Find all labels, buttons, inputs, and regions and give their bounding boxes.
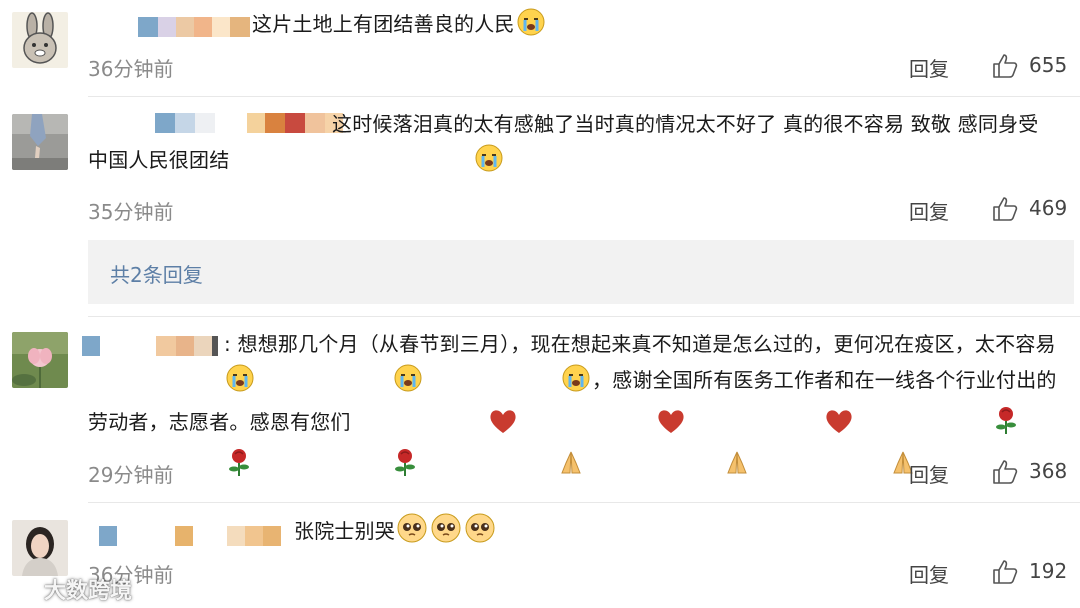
pray-emoji [753, 449, 917, 488]
comment-text: 这片土地上有团结善良的人民 [252, 6, 1062, 48]
like-count: 368 [1029, 459, 1068, 483]
comment-time: 29分钟前 [88, 463, 174, 487]
reply-button[interactable]: 回复 [909, 53, 949, 82]
reply-button[interactable]: 回复 [909, 196, 949, 225]
avatar[interactable] [12, 332, 68, 388]
reply-button[interactable]: 回复 [909, 459, 949, 488]
pleading-emoji [430, 512, 462, 555]
comment-time: 36分钟前 [88, 57, 174, 81]
crying-emoji [230, 143, 504, 184]
watermark-text: 大数跨境 [44, 579, 133, 604]
pray-emoji [587, 449, 751, 488]
username[interactable] [99, 526, 281, 546]
like-count: 469 [1029, 196, 1068, 220]
pray-emoji [421, 449, 585, 488]
comment-item: 这片土地上有团结善良的人民 36分钟前 回复 655 [0, 0, 1080, 96]
thumbs-up-icon[interactable] [991, 195, 1019, 223]
pleading-emoji [464, 512, 496, 555]
avatar[interactable] [12, 12, 68, 68]
comment-time: 35分钟前 [88, 200, 174, 224]
heart-emoji [520, 407, 686, 446]
like-count: 192 [1029, 559, 1068, 583]
rose-emoji [856, 405, 1020, 446]
heart-emoji [352, 407, 518, 446]
reply-button[interactable]: 回复 [909, 559, 949, 588]
crying-emoji [425, 363, 591, 404]
thumbs-up-icon[interactable] [991, 458, 1019, 486]
pleading-emoji [396, 512, 428, 555]
comment-text: 张院士别哭 [294, 512, 1062, 555]
crying-emoji [89, 363, 255, 404]
comment-item: : 想想那几个月（从春节到三月），现在想起来真不知道是怎么过的，更何况在疫区，太… [0, 316, 1080, 502]
thumbs-up-icon[interactable] [991, 558, 1019, 586]
avatar[interactable] [12, 114, 68, 170]
replies-link[interactable]: 共2条回复 [110, 259, 203, 288]
crying-emoji [257, 363, 423, 404]
watermark: 大数跨境 [6, 572, 132, 606]
comment-text: 这时候落泪真的太有感触了当时真的情况太不好了 真的很不容易 致敬 感同身受 中国… [88, 106, 1062, 184]
crying-emoji [516, 7, 546, 48]
watermark-logo-icon [6, 579, 40, 599]
username[interactable] [138, 17, 250, 37]
rose-emoji [255, 447, 419, 488]
like-count: 655 [1029, 53, 1068, 77]
avatar[interactable] [12, 520, 68, 576]
thumbs-up-icon[interactable] [991, 52, 1019, 80]
replies-expander[interactable]: 共2条回复 [88, 240, 1074, 304]
heart-emoji [688, 407, 854, 446]
comment-item: 张院士别哭 36分钟前 回复 192 [0, 502, 1080, 608]
